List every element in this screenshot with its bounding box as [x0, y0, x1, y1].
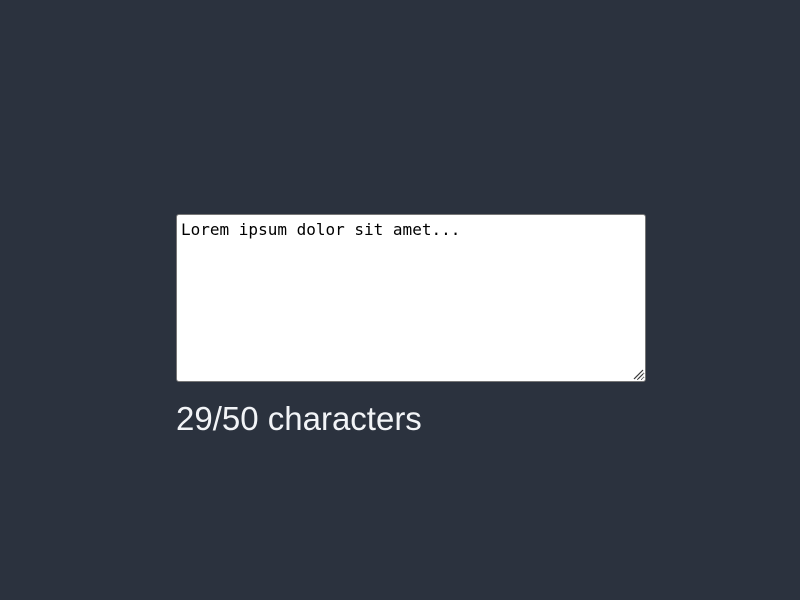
character-count-label: 29/50 characters	[176, 400, 422, 437]
textarea-wrapper: Lorem ipsum dolor sit amet...	[176, 214, 646, 382]
text-input-area[interactable]: Lorem ipsum dolor sit amet...	[176, 214, 646, 382]
character-counter-widget: Lorem ipsum dolor sit amet... 29/50 char…	[176, 214, 646, 439]
